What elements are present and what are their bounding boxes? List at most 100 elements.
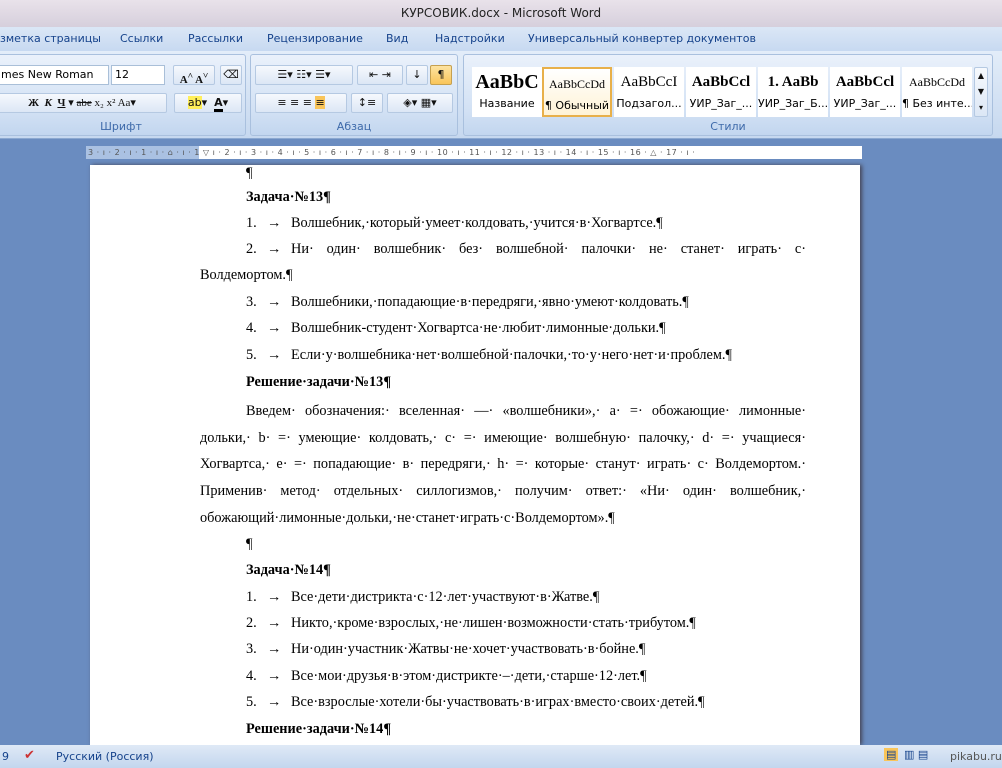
style-uir-2[interactable]: AaBbCcl УИР_Заг_... (830, 67, 900, 117)
tab-review[interactable]: Рецензирование (267, 32, 363, 45)
tab-page-layout[interactable]: зметка страницы (0, 32, 101, 45)
tab-mailings[interactable]: Рассылки (188, 32, 243, 45)
list-item: 4. → Волшебник-студент·Хогвартса·не·любит… (200, 320, 806, 337)
line-text: Задача·№14¶ (246, 562, 331, 578)
tab-arrow-icon: → (267, 694, 282, 710)
styles-group: AaBbC Название AaBbCcDd ¶ Обычный AaBbCcI П… (463, 54, 993, 136)
document-page[interactable]: ¶ Задача·№13¶ 1. → Волшебник,·который·умеет… (90, 165, 860, 745)
document-line: Задача·№14¶ (200, 562, 806, 579)
line-text: Введем· обозначения:· вселенная· —· «вол… (246, 403, 806, 419)
tab-arrow-icon: → (267, 668, 282, 684)
tab-arrow-icon: → (267, 320, 282, 336)
print-layout-icon[interactable]: ▤ (884, 748, 899, 761)
horizontal-ruler[interactable]: 3 · ı · 2 · ı · 1 · ı · ⌂ · ı · 1 ▽ ı · … (86, 146, 862, 159)
font-group-label: Шрифт (100, 120, 142, 133)
list-item: 2. → Ни· один· волшебник· без· волшебной·… (200, 241, 806, 258)
line-text: Волдемортом.¶ (200, 267, 293, 283)
style-uir-b[interactable]: 1. AaBb УИР_Заг_Б... (758, 67, 828, 117)
full-screen-icon[interactable]: ▥ ▤ (904, 748, 928, 761)
font-size-select[interactable]: 12 (111, 65, 165, 85)
ruler-ticks: 3 · ı · 2 · ı · 1 · ı · ⌂ · ı · 1 ▽ ı · … (88, 148, 696, 157)
line-text: Применив· метод· отдельных· силлогизмов,… (200, 483, 806, 499)
tab-arrow-icon: → (267, 241, 282, 257)
line-text: Хогвартса,· e· =· попадающие· в· передря… (200, 456, 806, 472)
list-item: 3. → Волшебники,·попадающие·в·передряги,·… (200, 294, 806, 311)
list-buttons[interactable]: ☰▾ ☷▾ ☰▾ (255, 65, 353, 85)
line-text: Волшебник,·который·умеет·колдовать,·учит… (291, 215, 663, 231)
style-title[interactable]: AaBbC Название (472, 67, 542, 117)
line-text: обожающий·лимонные·дольки,·не·станет·игр… (200, 510, 615, 526)
font-group: mes New Roman 12 A˄ A˅ ⌫ Ж К Ч ▾ abe x₂ … (0, 54, 246, 136)
tab-arrow-icon: → (267, 615, 282, 631)
line-text: Ни· один· волшебник· без· волшебной· пал… (291, 241, 806, 257)
show-formatting-button[interactable]: ¶ (430, 65, 452, 85)
document-line: ¶ (200, 536, 806, 553)
page-indicator: 9 (2, 750, 9, 763)
sort-icon[interactable]: ↓ (406, 65, 428, 85)
font-name-select[interactable]: mes New Roman (0, 65, 109, 85)
line-text: Ни·один·участник·Жатвы·не·хочет·участвов… (291, 641, 646, 657)
shading-border-buttons[interactable]: ◈▾ ▦▾ (387, 93, 453, 113)
format-buttons[interactable]: Ж К Ч ▾ abe x₂ x² Aa▾ (0, 93, 167, 113)
line-text: Все·взрослые·хотели·бы·участвовать·в·игр… (291, 694, 705, 710)
list-item: 2. → Никто,·кроме·взрослых,·не·лишен·возм… (200, 615, 806, 632)
line-spacing-icon[interactable]: ↕≡ (351, 93, 383, 113)
tab-arrow-icon: → (267, 294, 282, 310)
document-line: Решение·задачи·№13¶ (200, 374, 806, 391)
document-line: обожающий·лимонные·дольки,·не·станет·игр… (200, 510, 806, 527)
line-text: Все·мои·друзья·в·этом·дистрикте·–·дети,·… (291, 668, 647, 684)
style-normal[interactable]: AaBbCcDd ¶ Обычный (542, 67, 612, 117)
paragraph-group: ☰▾ ☷▾ ☰▾ ⇤ ⇥ ↓ ¶ ≡ ≡ ≡ ≡ ↕≡ ◈▾ ▦▾ Абзац (250, 54, 458, 136)
line-text: Волшебник-студент·Хогвартса·не·любит·лим… (291, 320, 666, 336)
spellcheck-icon[interactable]: ✔ (24, 748, 35, 763)
highlight-fontcolor-buttons[interactable]: ab▾ A▾ (174, 93, 242, 113)
list-item: 3. → Ни·один·участник·Жатвы·не·хочет·учас… (200, 641, 806, 658)
line-text: Если·у·волшебника·нет·волшебной·палочки,… (291, 347, 732, 363)
title-bar: КУРСОВИК.docx - Microsoft Word (0, 0, 1002, 27)
tab-arrow-icon: → (267, 589, 282, 605)
line-text: Все·дети·дистрикта·с·12·лет·участвуют·в·… (291, 589, 600, 605)
tab-converter[interactable]: Универсальный конвертер документов (528, 32, 756, 45)
tab-addins[interactable]: Надстройки (435, 32, 505, 45)
line-text: Никто,·кроме·взрослых,·не·лишен·возможно… (291, 615, 696, 631)
style-no-spacing[interactable]: AaBbCcDd ¶ Без инте... (902, 67, 972, 117)
styles-group-label: Стили (710, 120, 746, 133)
indent-buttons[interactable]: ⇤ ⇥ (357, 65, 403, 85)
line-text: Решение·задачи·№14¶ (246, 721, 392, 737)
grow-shrink-font-buttons[interactable]: A˄ A˅ (173, 65, 215, 86)
clear-format-icon[interactable]: ⌫ (220, 65, 242, 85)
tab-references[interactable]: Ссылки (120, 32, 163, 45)
list-item: 1. → Все·дети·дистрикта·с·12·лет·участвую… (200, 589, 806, 606)
list-item: 5. → Если·у·волшебника·нет·волшебной·пало… (200, 347, 806, 364)
style-subtitle[interactable]: AaBbCcI Подзагол... (614, 67, 684, 117)
watermark: pikabu.ru (950, 750, 1002, 763)
list-item: 5. → Все·взрослые·хотели·бы·участвовать·в… (200, 694, 806, 711)
ribbon-tabs: зметка страницы Ссылки Рассылки Рецензир… (0, 27, 1002, 51)
paragraph-group-label: Абзац (336, 120, 372, 133)
styles-scroll[interactable]: ▲ ▼ ▾ (974, 67, 988, 117)
align-buttons[interactable]: ≡ ≡ ≡ ≡ (255, 93, 347, 113)
style-uir-1[interactable]: AaBbCcl УИР_Заг_... (686, 67, 756, 117)
document-line: Волдемортом.¶ (200, 267, 806, 284)
line-text: Волшебники,·попадающие·в·передряги,·явно… (291, 294, 689, 310)
line-text: Задача·№13¶ (246, 189, 331, 205)
document-line: Применив· метод· отдельных· силлогизмов,… (200, 483, 806, 500)
language-indicator[interactable]: Русский (Россия) (56, 750, 154, 763)
list-item: 1. → Волшебник,·который·умеет·колдовать,·… (200, 215, 806, 232)
list-item: 4. → Все·мои·друзья·в·этом·дистрикте·–·де… (200, 668, 806, 685)
line-text: дольки,· b· =· умеющие· колдовать,· c· =… (200, 430, 806, 446)
ribbon: mes New Roman 12 A˄ A˅ ⌫ Ж К Ч ▾ abe x₂ … (0, 51, 1002, 139)
line-text: ¶ (246, 165, 253, 181)
document-line: Решение·задачи·№14¶ (200, 721, 806, 738)
tab-arrow-icon: → (267, 215, 282, 231)
window-title: КУРСОВИК.docx - Microsoft Word (400, 6, 602, 20)
tab-arrow-icon: → (267, 347, 282, 363)
tab-arrow-icon: → (267, 641, 282, 657)
document-line: Введем· обозначения:· вселенная· —· «вол… (200, 403, 806, 420)
tab-view[interactable]: Вид (386, 32, 408, 45)
line-text: Решение·задачи·№13¶ (246, 374, 392, 390)
line-text: ¶ (246, 536, 253, 552)
document-line: Задача·№13¶ (200, 189, 806, 206)
document-line: Хогвартса,· e· =· попадающие· в· передря… (200, 456, 806, 473)
status-bar: 9 ✔ Русский (Россия) ▤ ▥ ▤ pikabu.ru (0, 745, 1002, 768)
